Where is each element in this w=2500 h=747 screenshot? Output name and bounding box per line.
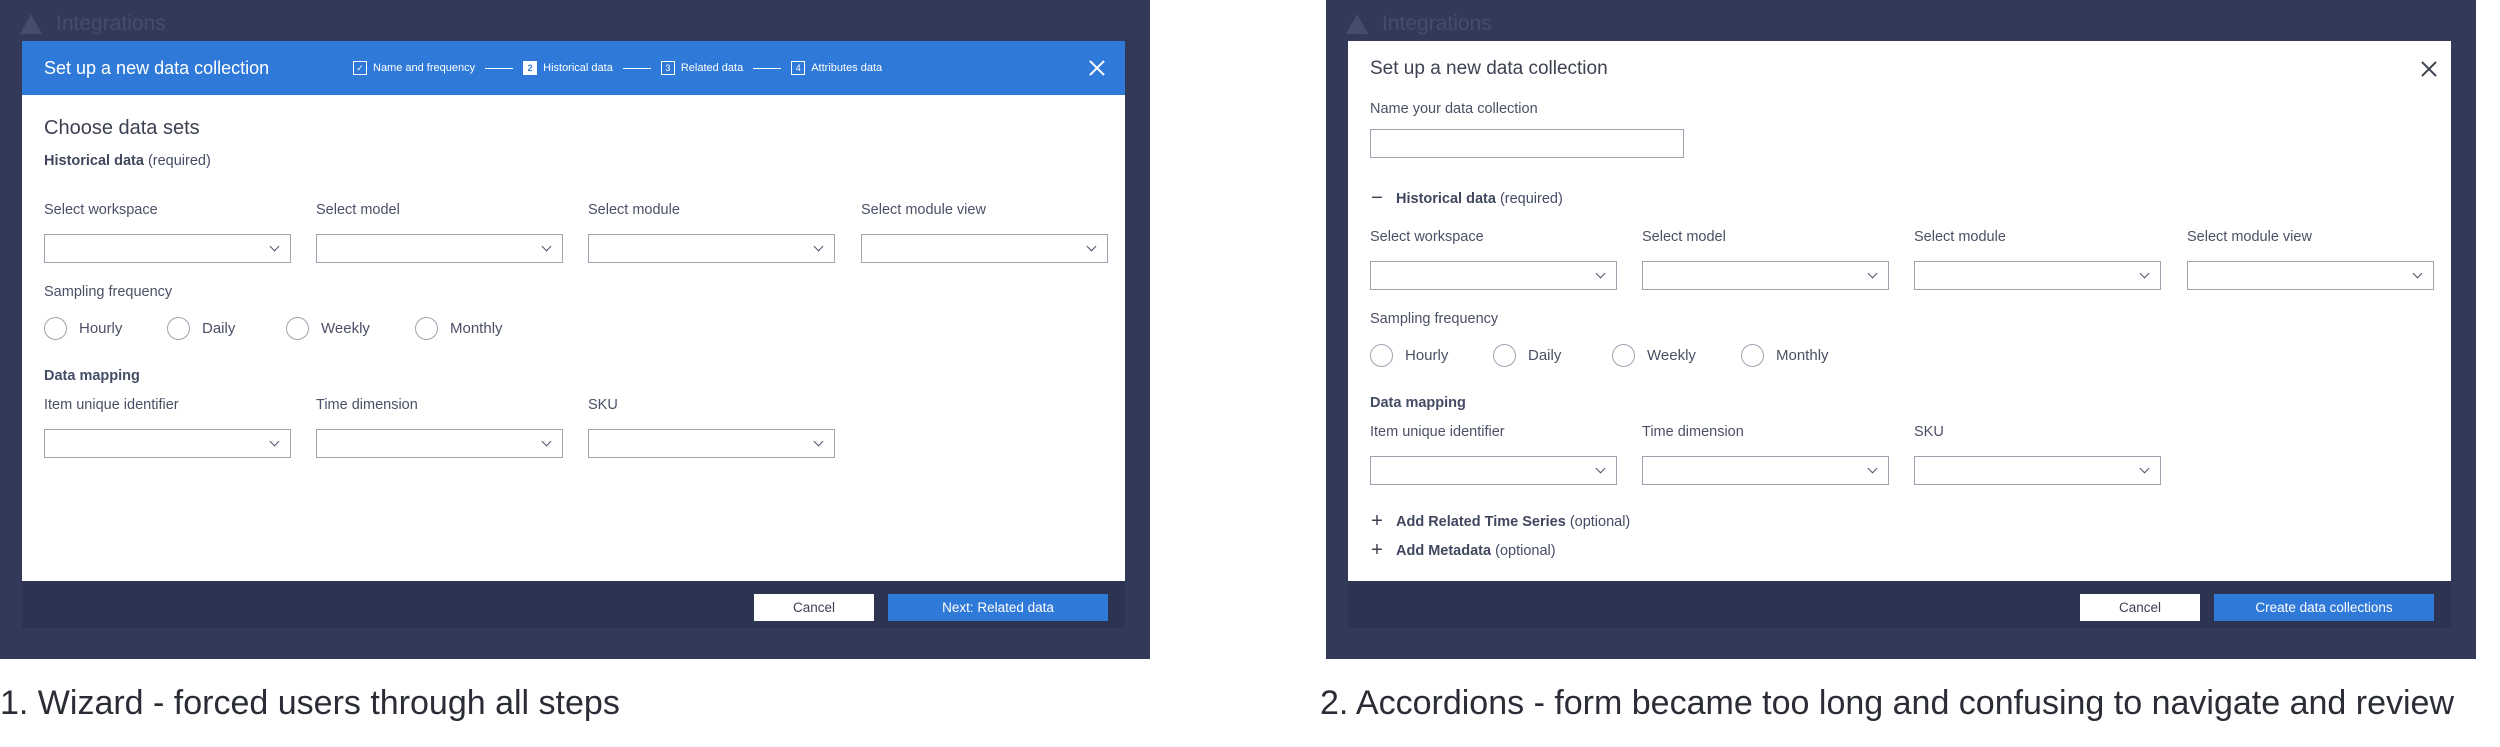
wizard-screen: Integrations Set up a new data collectio… — [0, 0, 1150, 659]
accordion-modal: Set up a new data collection Name your d… — [1348, 41, 2451, 581]
module-select[interactable] — [588, 234, 835, 263]
radio-hourly[interactable]: Hourly — [44, 317, 122, 340]
time-dimension-select[interactable] — [316, 429, 563, 458]
modal-title: Set up a new data collection — [44, 57, 270, 78]
step-label: Historical data — [543, 62, 613, 74]
collection-name-input[interactable] — [1370, 129, 1684, 158]
model-select[interactable] — [1642, 261, 1889, 290]
radio-hourly[interactable]: Hourly — [1370, 344, 1448, 367]
radio-circle-icon — [1493, 344, 1516, 367]
radio-circle-icon — [415, 317, 438, 340]
time-dimension-label: Time dimension — [316, 397, 418, 413]
module-view-label: Select module view — [2187, 229, 2312, 245]
historical-data-label: Historical data (required) — [44, 153, 211, 169]
module-label: Select module — [1914, 229, 2006, 245]
section-heading: Choose data sets — [44, 117, 200, 139]
wizard-header: Set up a new data collection ✓ Name and … — [22, 41, 1125, 95]
wizard-stepper: ✓ Name and frequency 2 Historical data 3… — [353, 41, 882, 95]
radio-monthly[interactable]: Monthly — [415, 317, 503, 340]
module-view-select[interactable] — [2187, 261, 2434, 290]
item-identifier-select[interactable] — [44, 429, 291, 458]
radio-circle-icon — [1741, 344, 1764, 367]
background-app-title: Integrations — [20, 12, 166, 36]
close-icon[interactable] — [1083, 54, 1111, 82]
step-number: 4 — [791, 61, 806, 75]
step-number: 2 — [523, 61, 538, 75]
add-metadata-toggle[interactable]: + Add Metadata (optional) — [1370, 539, 1555, 562]
sku-label: SKU — [1914, 424, 1944, 440]
time-dimension-label: Time dimension — [1642, 424, 1744, 440]
app-logo-icon — [1346, 14, 1368, 34]
model-label: Select model — [1642, 229, 1726, 245]
radio-weekly[interactable]: Weekly — [286, 317, 370, 340]
app-logo-icon — [20, 14, 42, 34]
radio-circle-icon — [1370, 344, 1393, 367]
plus-icon: + — [1371, 510, 1383, 532]
accordion-footer: Cancel Create data collections — [1348, 581, 2451, 628]
caption-accordion: 2. Accordions - form became too long and… — [1320, 684, 2455, 722]
radio-circle-icon — [167, 317, 190, 340]
check-icon: ✓ — [353, 61, 367, 75]
step-label: Attributes data — [811, 62, 883, 74]
radio-daily[interactable]: Daily — [167, 317, 235, 340]
close-icon[interactable] — [2415, 55, 2443, 83]
item-identifier-label: Item unique identifier — [44, 397, 179, 413]
sku-label: SKU — [588, 397, 618, 413]
workspace-select[interactable] — [1370, 261, 1617, 290]
step-label: Related data — [680, 62, 744, 74]
name-label: Name your data collection — [1370, 101, 1538, 117]
radio-circle-icon — [1612, 344, 1635, 367]
cancel-button[interactable]: Cancel — [2080, 594, 2200, 621]
radio-monthly[interactable]: Monthly — [1741, 344, 1829, 367]
accordion-screen: Integrations Set up a new data collectio… — [1326, 0, 2476, 659]
modal-title: Set up a new data collection — [1370, 58, 1608, 79]
wizard-footer: Cancel Next: Related data — [22, 581, 1125, 628]
next-related-data-button[interactable]: Next: Related data — [888, 594, 1108, 621]
step-attributes-data[interactable]: 4 Attributes data — [791, 61, 882, 75]
sampling-frequency-label: Sampling frequency — [44, 284, 173, 300]
wizard-modal: Set up a new data collection ✓ Name and … — [22, 41, 1125, 581]
item-identifier-select[interactable] — [1370, 456, 1617, 485]
step-connector — [622, 67, 651, 69]
data-mapping-label: Data mapping — [1370, 395, 1466, 411]
radio-daily[interactable]: Daily — [1493, 344, 1561, 367]
step-connector — [753, 67, 782, 69]
model-label: Select model — [316, 202, 400, 218]
sku-select[interactable] — [588, 429, 835, 458]
accordion-header: Set up a new data collection — [1348, 41, 2451, 97]
plus-icon: + — [1371, 539, 1383, 561]
cancel-button[interactable]: Cancel — [754, 594, 874, 621]
radio-circle-icon — [44, 317, 67, 340]
radio-weekly[interactable]: Weekly — [1612, 344, 1696, 367]
step-related-data[interactable]: 3 Related data — [660, 61, 744, 75]
workspace-label: Select workspace — [44, 202, 158, 218]
module-view-label: Select module view — [861, 202, 986, 218]
workspace-select[interactable] — [44, 234, 291, 263]
background-app-title: Integrations — [1346, 12, 1492, 36]
create-data-collections-button[interactable]: Create data collections — [2214, 594, 2434, 621]
caption-wizard: 1. Wizard - forced users through all ste… — [0, 684, 620, 722]
sku-select[interactable] — [1914, 456, 2161, 485]
add-related-time-series-toggle[interactable]: + Add Related Time Series (optional) — [1370, 510, 1630, 533]
time-dimension-select[interactable] — [1642, 456, 1889, 485]
model-select[interactable] — [316, 234, 563, 263]
workspace-label: Select workspace — [1370, 229, 1484, 245]
minus-icon: − — [1371, 187, 1383, 209]
step-number: 3 — [660, 61, 675, 75]
data-mapping-label: Data mapping — [44, 368, 140, 384]
step-historical-data[interactable]: 2 Historical data — [523, 61, 613, 75]
step-name-frequency[interactable]: ✓ Name and frequency — [353, 61, 475, 75]
module-select[interactable] — [1914, 261, 2161, 290]
step-label: Name and frequency — [373, 62, 476, 74]
item-identifier-label: Item unique identifier — [1370, 424, 1505, 440]
radio-circle-icon — [286, 317, 309, 340]
sampling-frequency-label: Sampling frequency — [1370, 311, 1499, 327]
step-connector — [485, 67, 514, 69]
historical-data-toggle[interactable]: − Historical data (required) — [1370, 187, 1563, 210]
module-label: Select module — [588, 202, 680, 218]
module-view-select[interactable] — [861, 234, 1108, 263]
